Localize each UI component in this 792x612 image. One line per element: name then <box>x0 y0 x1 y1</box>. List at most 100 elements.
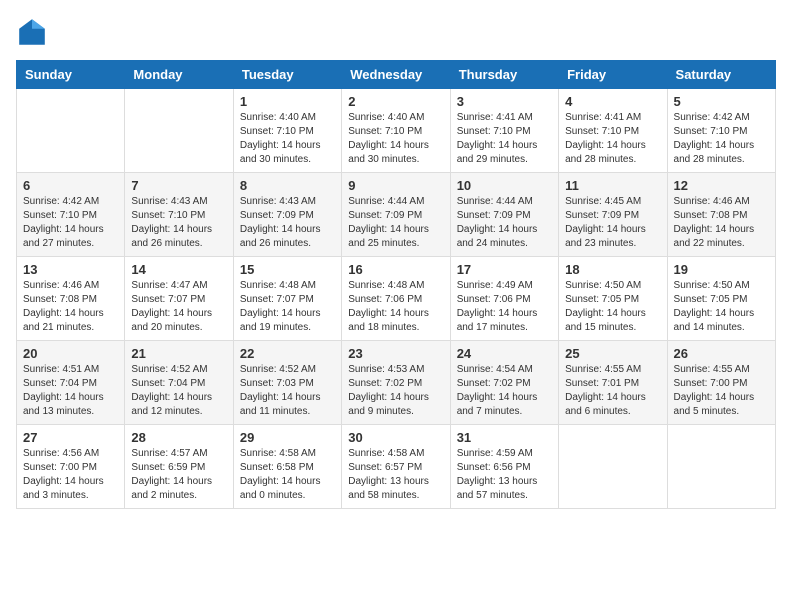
day-number: 13 <box>23 262 118 277</box>
day-number: 27 <box>23 430 118 445</box>
day-number: 11 <box>565 178 660 193</box>
day-number: 28 <box>131 430 226 445</box>
day-cell: 5 Sunrise: 4:42 AM Sunset: 7:10 PM Daylig… <box>667 89 775 173</box>
day-number: 14 <box>131 262 226 277</box>
day-cell: 1 Sunrise: 4:40 AM Sunset: 7:10 PM Daylig… <box>233 89 341 173</box>
day-number: 31 <box>457 430 552 445</box>
day-cell: 18 Sunrise: 4:50 AM Sunset: 7:05 PM Dayli… <box>559 257 667 341</box>
day-info: Sunrise: 4:54 AM Sunset: 7:02 PM Dayligh… <box>457 363 552 419</box>
day-cell: 25Sunrise: 4:55 AM Sunset: 7:01 PM Dayli… <box>559 341 667 425</box>
day-number: 21 <box>131 346 226 361</box>
day-number: 12 <box>674 178 769 193</box>
day-number: 16 <box>348 262 443 277</box>
day-number: 17 <box>457 262 552 277</box>
day-info: Sunrise: 4:55 AM Sunset: 7:00 PM Dayligh… <box>674 363 769 419</box>
day-info: Sunrise: 4:58 AM Sunset: 6:57 PM Dayligh… <box>348 447 443 503</box>
day-cell <box>17 89 125 173</box>
day-cell: 24 Sunrise: 4:54 AM Sunset: 7:02 PM Dayli… <box>450 341 558 425</box>
day-info: Sunrise: 4:40 AM Sunset: 7:10 PM Dayligh… <box>348 111 443 167</box>
day-number: 2 <box>348 94 443 109</box>
week-row-5: 27 Sunrise: 4:56 AM Sunset: 7:00 PM Dayli… <box>17 425 776 509</box>
day-info: Sunrise: 4:49 AM Sunset: 7:06 PM Dayligh… <box>457 279 552 335</box>
day-cell: 4Sunrise: 4:41 AM Sunset: 7:10 PM Daylig… <box>559 89 667 173</box>
day-info: Sunrise: 4:44 AM Sunset: 7:09 PM Dayligh… <box>348 195 443 251</box>
day-cell: 11 Sunrise: 4:45 AM Sunset: 7:09 PM Dayli… <box>559 173 667 257</box>
day-info: Sunrise: 4:43 AM Sunset: 7:09 PM Dayligh… <box>240 195 335 251</box>
day-cell: 19 Sunrise: 4:50 AM Sunset: 7:05 PM Dayli… <box>667 257 775 341</box>
day-number: 5 <box>674 94 769 109</box>
day-info: Sunrise: 4:53 AM Sunset: 7:02 PM Dayligh… <box>348 363 443 419</box>
day-number: 22 <box>240 346 335 361</box>
col-header-thursday: Thursday <box>450 61 558 89</box>
day-number: 29 <box>240 430 335 445</box>
col-header-tuesday: Tuesday <box>233 61 341 89</box>
day-info: Sunrise: 4:47 AM Sunset: 7:07 PM Dayligh… <box>131 279 226 335</box>
day-number: 30 <box>348 430 443 445</box>
day-number: 4 <box>565 94 660 109</box>
day-cell: 22 Sunrise: 4:52 AM Sunset: 7:03 PM Dayli… <box>233 341 341 425</box>
week-row-2: 6Sunrise: 4:42 AM Sunset: 7:10 PM Daylig… <box>17 173 776 257</box>
day-cell: 17 Sunrise: 4:49 AM Sunset: 7:06 PM Dayli… <box>450 257 558 341</box>
day-number: 1 <box>240 94 335 109</box>
day-info: Sunrise: 4:59 AM Sunset: 6:56 PM Dayligh… <box>457 447 552 503</box>
day-number: 26 <box>674 346 769 361</box>
day-cell: 15 Sunrise: 4:48 AM Sunset: 7:07 PM Dayli… <box>233 257 341 341</box>
day-info: Sunrise: 4:48 AM Sunset: 7:06 PM Dayligh… <box>348 279 443 335</box>
day-cell: 30 Sunrise: 4:58 AM Sunset: 6:57 PM Dayli… <box>342 425 450 509</box>
logo <box>16 16 52 48</box>
col-header-wednesday: Wednesday <box>342 61 450 89</box>
day-cell: 28 Sunrise: 4:57 AM Sunset: 6:59 PM Dayli… <box>125 425 233 509</box>
day-cell: 2 Sunrise: 4:40 AM Sunset: 7:10 PM Daylig… <box>342 89 450 173</box>
day-number: 15 <box>240 262 335 277</box>
day-info: Sunrise: 4:42 AM Sunset: 7:10 PM Dayligh… <box>23 195 118 251</box>
day-cell: 6Sunrise: 4:42 AM Sunset: 7:10 PM Daylig… <box>17 173 125 257</box>
day-info: Sunrise: 4:50 AM Sunset: 7:05 PM Dayligh… <box>674 279 769 335</box>
day-cell: 20 Sunrise: 4:51 AM Sunset: 7:04 PM Dayli… <box>17 341 125 425</box>
day-cell <box>667 425 775 509</box>
day-info: Sunrise: 4:48 AM Sunset: 7:07 PM Dayligh… <box>240 279 335 335</box>
day-number: 18 <box>565 262 660 277</box>
day-info: Sunrise: 4:46 AM Sunset: 7:08 PM Dayligh… <box>674 195 769 251</box>
day-number: 7 <box>131 178 226 193</box>
day-info: Sunrise: 4:42 AM Sunset: 7:10 PM Dayligh… <box>674 111 769 167</box>
day-info: Sunrise: 4:43 AM Sunset: 7:10 PM Dayligh… <box>131 195 226 251</box>
logo-icon <box>16 16 48 48</box>
day-cell: 3 Sunrise: 4:41 AM Sunset: 7:10 PM Daylig… <box>450 89 558 173</box>
page-header <box>16 16 776 48</box>
day-number: 24 <box>457 346 552 361</box>
day-cell <box>559 425 667 509</box>
day-info: Sunrise: 4:56 AM Sunset: 7:00 PM Dayligh… <box>23 447 118 503</box>
calendar-header-row: SundayMondayTuesdayWednesdayThursdayFrid… <box>17 61 776 89</box>
day-info: Sunrise: 4:45 AM Sunset: 7:09 PM Dayligh… <box>565 195 660 251</box>
day-cell <box>125 89 233 173</box>
day-info: Sunrise: 4:50 AM Sunset: 7:05 PM Dayligh… <box>565 279 660 335</box>
day-cell: 26 Sunrise: 4:55 AM Sunset: 7:00 PM Dayli… <box>667 341 775 425</box>
day-cell: 31 Sunrise: 4:59 AM Sunset: 6:56 PM Dayli… <box>450 425 558 509</box>
day-number: 23 <box>348 346 443 361</box>
day-cell: 7 Sunrise: 4:43 AM Sunset: 7:10 PM Daylig… <box>125 173 233 257</box>
day-cell: 23 Sunrise: 4:53 AM Sunset: 7:02 PM Dayli… <box>342 341 450 425</box>
day-info: Sunrise: 4:58 AM Sunset: 6:58 PM Dayligh… <box>240 447 335 503</box>
calendar-table: SundayMondayTuesdayWednesdayThursdayFrid… <box>16 60 776 509</box>
day-number: 19 <box>674 262 769 277</box>
day-cell: 13Sunrise: 4:46 AM Sunset: 7:08 PM Dayli… <box>17 257 125 341</box>
day-cell: 21Sunrise: 4:52 AM Sunset: 7:04 PM Dayli… <box>125 341 233 425</box>
day-cell: 9 Sunrise: 4:44 AM Sunset: 7:09 PM Daylig… <box>342 173 450 257</box>
day-number: 25 <box>565 346 660 361</box>
day-info: Sunrise: 4:52 AM Sunset: 7:03 PM Dayligh… <box>240 363 335 419</box>
col-header-friday: Friday <box>559 61 667 89</box>
col-header-sunday: Sunday <box>17 61 125 89</box>
day-info: Sunrise: 4:51 AM Sunset: 7:04 PM Dayligh… <box>23 363 118 419</box>
day-info: Sunrise: 4:40 AM Sunset: 7:10 PM Dayligh… <box>240 111 335 167</box>
day-info: Sunrise: 4:41 AM Sunset: 7:10 PM Dayligh… <box>457 111 552 167</box>
day-number: 10 <box>457 178 552 193</box>
day-number: 20 <box>23 346 118 361</box>
day-number: 3 <box>457 94 552 109</box>
week-row-1: 1 Sunrise: 4:40 AM Sunset: 7:10 PM Daylig… <box>17 89 776 173</box>
day-info: Sunrise: 4:44 AM Sunset: 7:09 PM Dayligh… <box>457 195 552 251</box>
week-row-3: 13Sunrise: 4:46 AM Sunset: 7:08 PM Dayli… <box>17 257 776 341</box>
day-number: 9 <box>348 178 443 193</box>
col-header-saturday: Saturday <box>667 61 775 89</box>
day-cell: 16 Sunrise: 4:48 AM Sunset: 7:06 PM Dayli… <box>342 257 450 341</box>
day-info: Sunrise: 4:57 AM Sunset: 6:59 PM Dayligh… <box>131 447 226 503</box>
